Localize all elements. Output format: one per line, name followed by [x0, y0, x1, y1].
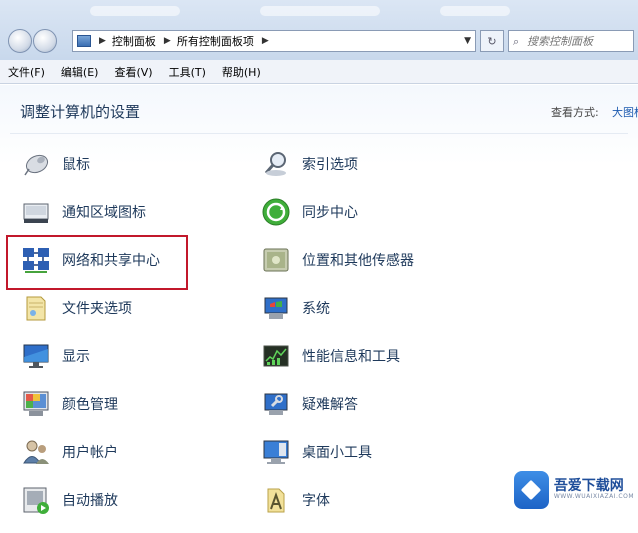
cp-item-desktop-gadgets[interactable]: 桌面小工具: [260, 435, 372, 469]
address-bar[interactable]: ▶ 控制面板 ▶ 所有控制面板项 ▶ ▼: [72, 30, 476, 52]
watermark-title: 吾爱下载网: [553, 478, 624, 494]
cp-item-color-management[interactable]: 颜色管理: [20, 387, 118, 421]
cp-item-label: 文件夹选项: [62, 301, 132, 317]
menu-file[interactable]: 文件(F): [8, 64, 45, 80]
color-management-icon: [20, 388, 52, 420]
cp-item-label: 位置和其他传感器: [302, 253, 414, 269]
location-sensors-icon: [260, 244, 292, 276]
cp-item-label: 桌面小工具: [302, 445, 372, 461]
cp-item-folder-options[interactable]: 文件夹选项: [20, 291, 132, 325]
window-title-bar: ▶ 控制面板 ▶ 所有控制面板项 ▶ ▼ ↻ ⌕: [0, 0, 638, 60]
watermark-cube-icon: [514, 471, 549, 509]
cp-item-fonts[interactable]: 字体: [260, 483, 330, 517]
notification-area-icon: [20, 196, 52, 228]
display-icon: [20, 340, 52, 372]
cp-item-label: 通知区域图标: [62, 205, 146, 221]
troubleshooting-icon: [260, 388, 292, 420]
cp-item-indexing-options[interactable]: 索引选项: [260, 147, 358, 181]
cp-item-troubleshooting[interactable]: 疑难解答: [260, 387, 358, 421]
cp-item-label: 颜色管理: [62, 397, 118, 413]
mouse-icon: [20, 148, 52, 180]
sync-center-icon: [260, 196, 292, 228]
view-by-dropdown[interactable]: 大图标: [612, 104, 638, 120]
cp-item-label: 同步中心: [302, 205, 358, 221]
autoplay-icon: [20, 484, 52, 516]
cp-item-label: 用户帐户: [62, 445, 118, 461]
breadcrumb-separator-icon[interactable]: ▶: [99, 36, 106, 46]
cp-item-label: 疑难解答: [302, 397, 358, 413]
cp-item-notification-area[interactable]: 通知区域图标: [20, 195, 146, 229]
folder-options-icon: [20, 292, 52, 324]
indexing-options-icon: [260, 148, 292, 180]
control-panel-location-icon: [77, 35, 91, 47]
user-accounts-icon: [20, 436, 52, 468]
cp-item-performance-tools[interactable]: 性能信息和工具: [260, 339, 400, 373]
control-panel-content: 调整计算机的设置 查看方式: 大图标 鼠标 通知区域图标 网络和共享中心 文件夹…: [0, 85, 638, 533]
cp-item-location-sensors[interactable]: 位置和其他传感器: [260, 243, 414, 277]
watermark-logo: 吾爱下载网 WWW.WUAIXIAZAI.COM: [514, 470, 634, 510]
highlight-box: [6, 235, 188, 290]
address-dropdown-icon[interactable]: ▼: [464, 36, 471, 46]
back-button[interactable]: [8, 29, 32, 53]
menu-bar: 文件(F) 编辑(E) 查看(V) 工具(T) 帮助(H): [0, 60, 638, 84]
menu-view[interactable]: 查看(V): [114, 64, 152, 80]
view-by-label: 查看方式:: [551, 106, 599, 119]
desktop-gadgets-icon: [260, 436, 292, 468]
breadcrumb-separator-icon[interactable]: ▶: [262, 36, 269, 46]
search-input[interactable]: [509, 34, 633, 48]
cp-item-label: 显示: [62, 349, 90, 365]
cp-item-label: 自动播放: [62, 493, 118, 509]
forward-button[interactable]: [33, 29, 57, 53]
breadcrumb-control-panel[interactable]: 控制面板: [112, 33, 156, 49]
performance-tools-icon: [260, 340, 292, 372]
search-box[interactable]: ⌕: [508, 30, 634, 52]
refresh-icon: ↻: [487, 34, 497, 48]
watermark-text: 吾爱下载网 WWW.WUAIXIAZAI.COM: [553, 478, 634, 501]
breadcrumb-separator-icon[interactable]: ▶: [164, 36, 171, 46]
cp-item-user-accounts[interactable]: 用户帐户: [20, 435, 118, 469]
page-title: 调整计算机的设置: [20, 103, 141, 121]
cp-item-system[interactable]: 系统: [260, 291, 330, 325]
watermark-subtitle: WWW.WUAIXIAZAI.COM: [553, 493, 634, 501]
cp-item-display[interactable]: 显示: [20, 339, 90, 373]
cp-item-autoplay[interactable]: 自动播放: [20, 483, 118, 517]
cp-item-label: 鼠标: [62, 157, 90, 173]
system-icon: [260, 292, 292, 324]
cp-item-label: 字体: [302, 493, 330, 509]
menu-help[interactable]: 帮助(H): [222, 64, 261, 80]
cp-item-label: 性能信息和工具: [302, 349, 400, 365]
cp-item-mouse[interactable]: 鼠标: [20, 147, 90, 181]
divider: [10, 133, 628, 134]
cp-item-label: 索引选项: [302, 157, 358, 173]
search-icon: ⌕: [513, 35, 520, 48]
menu-tools[interactable]: 工具(T): [169, 64, 206, 80]
refresh-button[interactable]: ↻: [480, 30, 504, 52]
breadcrumb-all-items[interactable]: 所有控制面板项: [177, 33, 254, 49]
cp-item-sync-center[interactable]: 同步中心: [260, 195, 358, 229]
fonts-icon: [260, 484, 292, 516]
menu-edit[interactable]: 编辑(E): [61, 64, 99, 80]
cp-item-label: 系统: [302, 301, 330, 317]
